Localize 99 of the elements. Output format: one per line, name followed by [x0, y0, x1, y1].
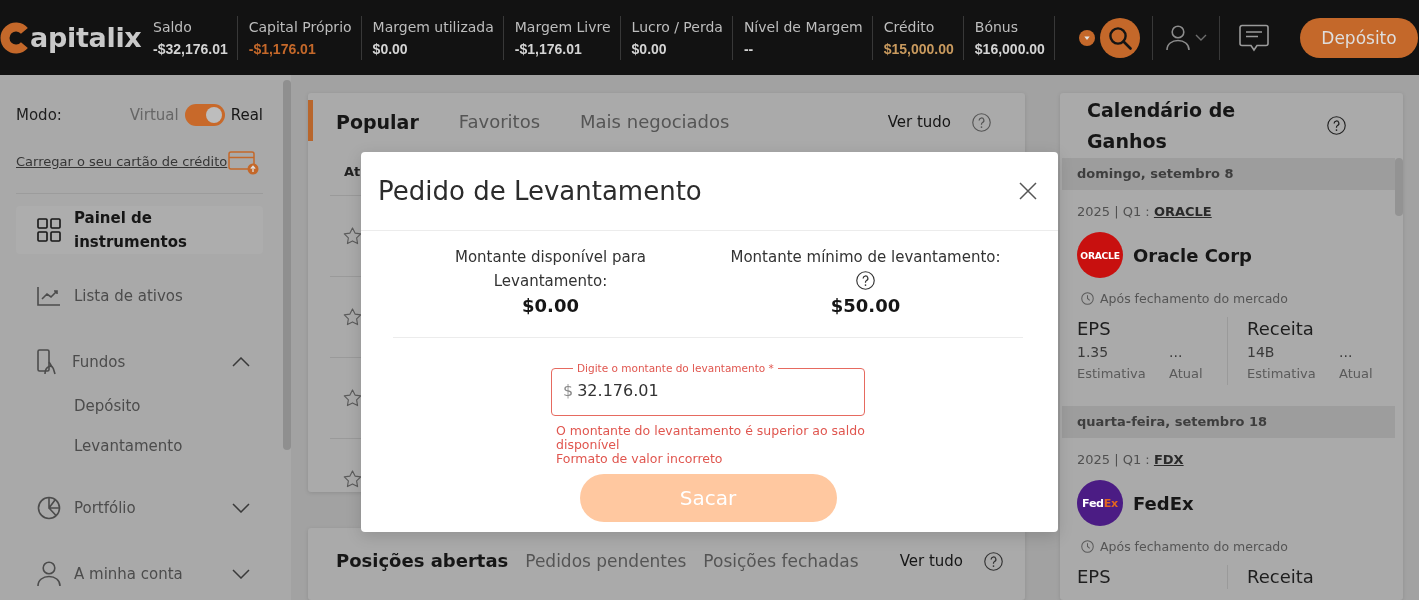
company-name: Oracle Corp: [1133, 244, 1252, 266]
clock-icon: [1081, 539, 1094, 553]
chevron-down-icon[interactable]: [1194, 33, 1207, 42]
chat-icon[interactable]: [1238, 23, 1269, 52]
metric-caption: Estimativa: [1247, 365, 1317, 383]
stat-value: $16,000.00: [974, 39, 1045, 59]
sidebar-item[interactable]: Lista de ativos: [16, 272, 263, 320]
pie-chart-icon: [37, 496, 61, 520]
clock-icon: [1081, 291, 1094, 305]
metric-value: ...: [1169, 343, 1184, 362]
tab-indicator: [308, 100, 313, 141]
credit-card-link[interactable]: Carregar o seu cartão de crédito: [16, 153, 228, 169]
panel-title: Calendário de Ganhos: [1087, 97, 1237, 154]
sidebar-item[interactable]: A minha conta: [16, 550, 263, 598]
mode-label: Modo:: [16, 106, 62, 124]
user-icon[interactable]: [1165, 24, 1190, 51]
stat-value: -$1,176.01: [514, 39, 583, 59]
tab[interactable]: Popular: [336, 109, 419, 135]
logo-wordmark: apitalix: [30, 21, 142, 54]
chevron-down-icon[interactable]: [232, 569, 250, 579]
sidebar-item[interactable]: Fundos: [16, 338, 263, 386]
company-name: FedEx: [1133, 492, 1194, 514]
star-icon[interactable]: [343, 227, 362, 245]
stat-label: Margem Livre: [514, 17, 611, 37]
stat-label: Capital Próprio: [248, 17, 352, 37]
stat-label: Nível de Margem: [743, 17, 863, 37]
tab[interactable]: Posições fechadas: [703, 548, 859, 574]
stat-value: $0.00: [372, 39, 409, 59]
star-icon[interactable]: [343, 470, 362, 488]
chevron-down-icon[interactable]: [232, 503, 250, 513]
metric-title: Receita: [1247, 565, 1315, 589]
deposit-button[interactable]: Depósito: [1300, 17, 1418, 58]
tab[interactable]: Posições abertas: [336, 548, 509, 574]
info-label: Montante mínimo de levantamento:: [730, 247, 1001, 268]
info-value: $0.00: [522, 294, 579, 318]
metric-value: 14B: [1247, 343, 1276, 362]
info-label: Montante disponível para Levantamento:: [453, 247, 648, 292]
column-header[interactable]: At: [344, 164, 361, 179]
event-period: 2025 | Q1 : ORACLE: [1077, 203, 1213, 221]
error-message: Formato de valor incorreto: [556, 452, 724, 466]
info-value: $50.00: [830, 294, 901, 318]
stat-label: Margem utilizada: [372, 17, 494, 37]
stat-value: --: [743, 39, 755, 59]
stat-label: Crédito: [883, 17, 936, 37]
search-icon: [1107, 25, 1132, 50]
tab[interactable]: Mais negociados: [580, 109, 730, 135]
sidebar-item[interactable]: Portfólio: [16, 484, 263, 532]
date-heading: quarta-feira, setembro 18: [1062, 406, 1395, 438]
user-icon: [37, 561, 61, 587]
metric-value: ...: [1339, 343, 1354, 362]
ticker-link[interactable]: ORACLE: [1153, 204, 1212, 219]
metric-title: Receita: [1247, 317, 1315, 341]
scrollbar-thumb[interactable]: [283, 80, 291, 450]
error-message: O montante do levantamento é superior ao saldo disponível: [556, 424, 865, 452]
timing-text: Após fechamento do mercado: [1100, 538, 1288, 554]
close-icon[interactable]: [1019, 182, 1037, 200]
sidebar-subitem[interactable]: Depósito: [16, 386, 141, 426]
mode-option[interactable]: Virtual: [129, 106, 179, 124]
star-icon[interactable]: [343, 308, 362, 326]
help-icon[interactable]: [984, 551, 1003, 571]
event-period: 2025 | Q1 : FDX: [1077, 451, 1185, 469]
search-button[interactable]: [1099, 17, 1140, 58]
dialog-title: Pedido de Levantamento: [378, 176, 702, 206]
sidebar-subitem[interactable]: Levantamento: [16, 426, 183, 466]
company-logo: ORACLE: [1077, 232, 1123, 278]
metric-caption: Atual: [1339, 365, 1374, 383]
help-icon[interactable]: [1327, 116, 1346, 135]
stat-value: -$32,176.01: [153, 39, 228, 59]
stat-label: Bónus: [974, 17, 1020, 37]
grid-icon: [37, 218, 61, 242]
mode-option[interactable]: Real: [230, 106, 263, 124]
tab[interactable]: Pedidos pendentes: [525, 548, 687, 574]
logo-mark-icon: [0, 21, 29, 54]
chevron-up-icon[interactable]: [232, 357, 250, 367]
ticker-link[interactable]: FDX: [1153, 452, 1184, 467]
stat-value: $0.00: [631, 39, 668, 59]
stat-label: Saldo: [153, 17, 193, 37]
timing-text: Após fechamento do mercado: [1100, 290, 1288, 306]
star-icon[interactable]: [343, 389, 362, 407]
caret-down-icon[interactable]: [1078, 29, 1095, 46]
see-all-link[interactable]: Ver tudo: [887, 113, 951, 131]
mode-toggle[interactable]: [184, 104, 225, 126]
stat-value: -$1,176.01: [248, 39, 317, 59]
metric-caption: Estimativa: [1077, 365, 1147, 383]
sidebar-item[interactable]: Painel de instrumentos: [16, 206, 263, 254]
help-icon[interactable]: [856, 271, 875, 290]
metric-title: EPS: [1077, 317, 1112, 341]
metric-caption: Atual: [1169, 365, 1204, 383]
stat-label: Lucro / Perda: [631, 17, 723, 37]
card-hand-icon: [37, 349, 59, 375]
see-all-link[interactable]: Ver tudo: [899, 552, 963, 570]
company-logo: FedEx: [1077, 480, 1123, 526]
stat-value: $15,000.00: [883, 39, 954, 59]
metric-title: EPS: [1077, 565, 1112, 589]
amount-field[interactable]: Digite o montante do levantamento * $ 32.176.01: [551, 362, 865, 416]
metric-value: 1.35: [1077, 343, 1110, 362]
date-heading: domingo, setembro 8: [1062, 158, 1395, 190]
line-chart-icon: [37, 286, 61, 306]
tab[interactable]: Favoritos: [458, 109, 541, 135]
